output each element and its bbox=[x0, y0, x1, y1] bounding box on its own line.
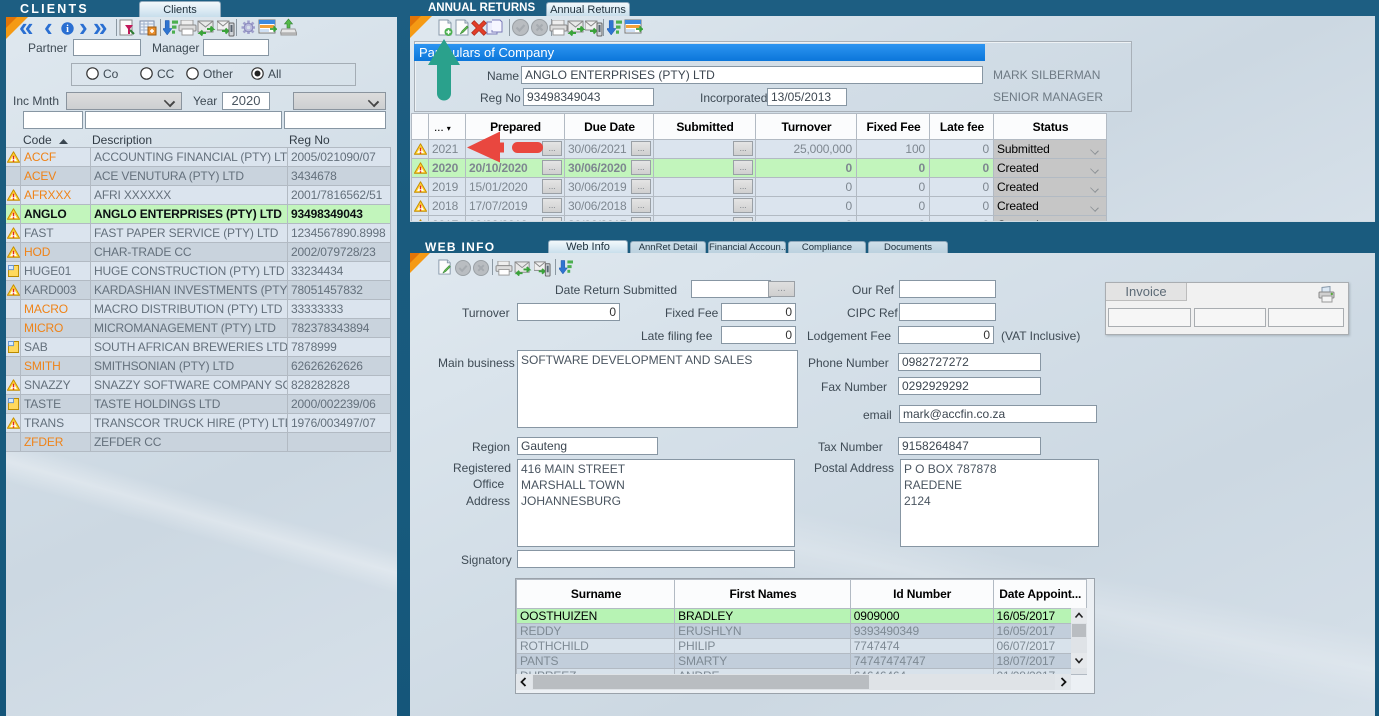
svg-text:i: i bbox=[66, 24, 69, 35]
